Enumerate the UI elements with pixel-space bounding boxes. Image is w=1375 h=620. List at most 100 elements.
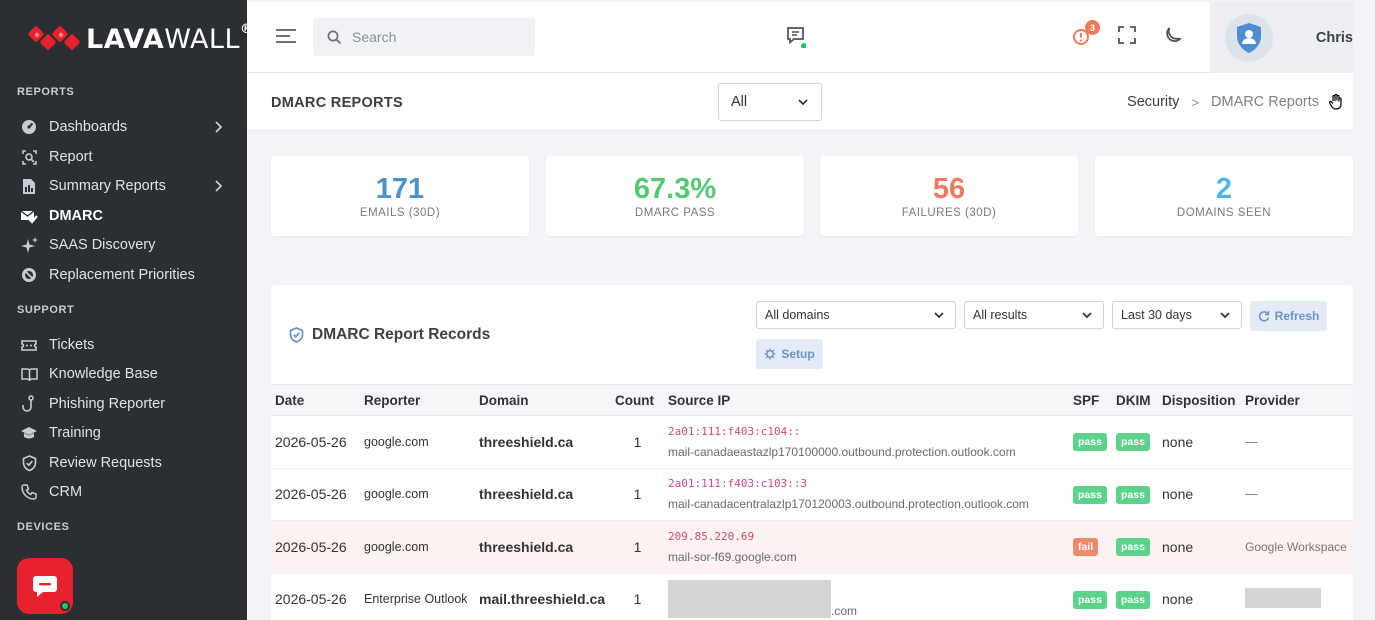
cell-source-ip: 2a01:111:f403:c103::3 mail-canadacentral… [664,468,1069,521]
stat-value: 56 [932,173,966,205]
sidebar-item-phishing-reporter[interactable]: Phishing Reporter [20,392,229,416]
table-header-row: Date Reporter Domain Count Source IP SPF… [271,384,1353,416]
section-title-reports: REPORTS [17,86,75,98]
breadcrumb: Security > DMARC Reports [1127,94,1343,110]
spf-status-badge: pass [1073,485,1107,504]
sidebar-item-crm[interactable]: CRM [20,480,229,504]
cell-source-ip: .com [664,573,1069,620]
breadcrumb-security[interactable]: Security [1127,94,1179,110]
summary-icon [20,177,38,195]
hand-cursor-icon [1329,94,1342,110]
range-filter-select[interactable]: Last 30 days [1112,301,1242,329]
cell-provider: — [1245,487,1258,502]
cell-reporter: google.com [364,434,429,449]
sidebar-item-report[interactable]: Report [20,145,229,169]
sidebar-item-replacement-priorities[interactable]: Replacement Priorities [20,263,229,287]
cell-dkim: pass [1112,521,1158,574]
sparkle-icon [20,236,38,254]
sidebar-item-label: Report [49,149,93,165]
source-hostname: .com [831,604,858,619]
sidebar-item-saas-discovery[interactable]: SAAS Discovery [20,233,229,257]
notifications-button[interactable]: 3 [1072,20,1100,51]
fullscreen-icon [1118,26,1136,44]
dashboard-icon [20,118,38,136]
setup-button[interactable]: Setup [756,339,823,369]
cell-date: 2026-05-26 [275,538,347,555]
sidebar-item-training[interactable]: Training [20,421,229,445]
column-header-spf[interactable]: SPF [1069,385,1112,416]
cell-date: 2026-05-26 [275,433,347,450]
refresh-button[interactable]: Refresh [1250,301,1327,331]
cell-reporter: Enterprise Outlook [364,592,468,607]
shield-check-icon [289,327,304,343]
column-header-dkim[interactable]: DKIM [1112,385,1158,416]
search-box[interactable] [313,18,535,56]
dmarc-icon [20,207,38,225]
hamburger-menu-icon[interactable] [275,27,297,45]
lavawall-logo[interactable]: LAVAWALL® [28,22,254,56]
dkim-status-badge: pass [1116,538,1150,557]
user-menu[interactable]: Chris [1210,2,1353,73]
cell-reporter: google.com [364,487,429,502]
user-name: Chris [1315,29,1353,46]
priority-icon [20,266,38,284]
cell-dkim: pass [1112,573,1158,620]
page-header: DMARC REPORTS All Security > DMARC Repor… [247,73,1353,131]
moon-icon [1166,27,1182,42]
fullscreen-button[interactable] [1118,26,1136,49]
dkim-status-badge: pass [1116,590,1150,609]
user-shield-icon [1236,22,1261,53]
domains-filter-select[interactable]: All domains [756,301,956,329]
sidebar-item-label: Review Requests [49,455,162,471]
sidebar-item-review-requests[interactable]: Review Requests [20,451,229,475]
column-header-provider[interactable]: Provider [1241,385,1353,416]
cell-domain: threeshield.ca [479,486,574,503]
sidebar-item-label: Knowledge Base [49,366,158,382]
search-input[interactable] [352,29,522,45]
table-row[interactable]: 2026-05-26 google.com threeshield.ca 1 2… [271,520,1353,574]
sidebar-item-dashboards[interactable]: Dashboards [20,115,229,139]
column-header-domain[interactable]: Domain [475,385,611,416]
table-row[interactable]: 2026-05-26 google.com threeshield.ca 1 2… [271,416,1353,469]
sidebar-item-dmarc[interactable]: DMARC [20,204,229,228]
chat-icon [33,576,57,597]
table-row[interactable]: 2026-05-26 Enterprise Outlook mail.three… [271,573,1353,620]
report-icon [20,148,38,166]
sidebar-item-label: Tickets [49,337,95,353]
panel-title-text: DMARC Report Records [312,326,491,343]
chat-launcher-button[interactable] [17,558,73,614]
page-filter-value: All [731,94,748,110]
cell-spf: pass [1069,573,1112,620]
column-header-date[interactable]: Date [271,385,360,416]
stat-card-failures: 56 FAILURES (30D) [820,156,1078,236]
sidebar-item-label: SAAS Discovery [49,237,156,253]
table-row[interactable]: 2026-05-26 google.com threeshield.ca 1 2… [271,468,1353,521]
cell-source-ip: 2a01:111:f403:c104:: mail-canadaeastazlp… [664,416,1069,469]
dkim-status-badge: pass [1116,433,1150,452]
results-filter-select[interactable]: All results [964,301,1104,329]
lavawall-logo-icon [28,26,80,50]
column-header-disposition[interactable]: Disposition [1158,385,1241,416]
stat-card-domains: 2 DOMAINS SEEN [1095,156,1353,236]
sidebar-item-summary-reports[interactable]: Summary Reports [20,174,229,198]
dark-mode-toggle[interactable] [1163,26,1182,50]
messages-button[interactable] [786,26,807,53]
stat-card-dmarc-pass: 67.3% DMARC PASS [546,156,804,236]
sidebar-item-knowledge-base[interactable]: Knowledge Base [20,362,229,386]
source-hostname: mail-canadacentralazlp170120003.outbound… [668,497,1029,512]
refresh-label: Refresh [1274,309,1320,323]
column-header-reporter[interactable]: Reporter [360,385,475,416]
column-header-source-ip[interactable]: Source IP [664,385,1069,416]
page-filter-select[interactable]: All [718,83,822,121]
chevron-down-icon [1220,312,1230,319]
cell-date: 2026-05-26 [275,591,347,608]
sidebar-item-tickets[interactable]: Tickets [20,333,229,357]
stat-value: 67.3% [633,173,717,205]
column-header-count[interactable]: Count [611,385,664,416]
cell-reporter: google.com [364,539,429,554]
stat-value: 171 [375,173,425,205]
cell-domain: threeshield.ca [479,538,574,555]
sidebar-item-label: Replacement Priorities [49,267,195,283]
spf-status-badge: pass [1073,433,1107,452]
stat-label: DMARC PASS [634,207,716,219]
